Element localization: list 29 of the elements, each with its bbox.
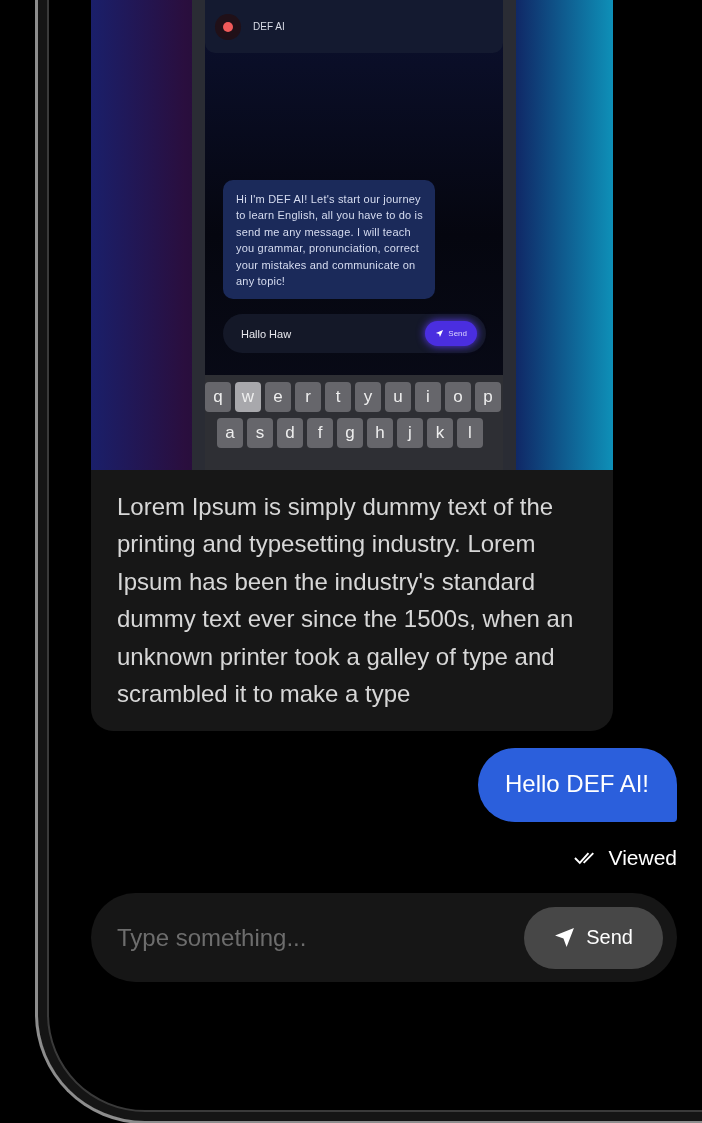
keyboard-key[interactable]: e — [265, 382, 291, 413]
bot-message: Hi I'm DEF AI! Let's start our journey to learn English, all you have to do is send me any message. I will teach you grammar, pronunciation, correct your mistakes and communicate on any topic! — [223, 180, 435, 300]
message-input[interactable]: Hallo Haw Send — [223, 314, 486, 354]
message-input[interactable]: Type something... — [117, 923, 497, 952]
keyboard-key[interactable]: p — [475, 382, 501, 413]
keyboard-key[interactable]: r — [295, 382, 321, 413]
keyboard-key[interactable]: h — [367, 418, 393, 449]
keyboard-key[interactable]: g — [337, 418, 363, 449]
keyboard-key[interactable]: d — [277, 418, 303, 449]
send-icon — [435, 329, 445, 339]
keyboard-key[interactable]: a — [217, 418, 243, 449]
app-title: DEF AI — [253, 21, 285, 32]
received-message: Lorem Ipsum is simply dummy text of the printing and typesetting industry. Lorem Ipsum has been the industry's standard dummy text ever since the 1500s, when an unknown printer took a galley of type and scrambled it to make a type — [91, 470, 613, 732]
send-button[interactable]: Send — [425, 321, 477, 347]
keyboard-key[interactable]: o — [445, 382, 471, 413]
keyboard-key[interactable]: j — [397, 418, 423, 449]
keyboard-key[interactable]: u — [385, 382, 411, 413]
keyboard-key[interactable]: f — [307, 418, 333, 449]
sent-message: Hello DEF AI! — [477, 748, 677, 823]
keyboard-key[interactable]: l — [457, 418, 483, 449]
keyboard-key[interactable]: t — [325, 382, 351, 413]
keyboard-key[interactable]: q — [205, 382, 231, 413]
keyboard-key[interactable]: s — [247, 418, 273, 449]
keyboard-key[interactable]: k — [427, 418, 453, 449]
send-button[interactable]: Send — [524, 906, 663, 969]
send-icon — [554, 927, 576, 949]
message-status: Viewed — [608, 846, 677, 871]
keyboard-key[interactable]: y — [355, 382, 381, 413]
keyboard-key[interactable]: i — [415, 382, 441, 413]
